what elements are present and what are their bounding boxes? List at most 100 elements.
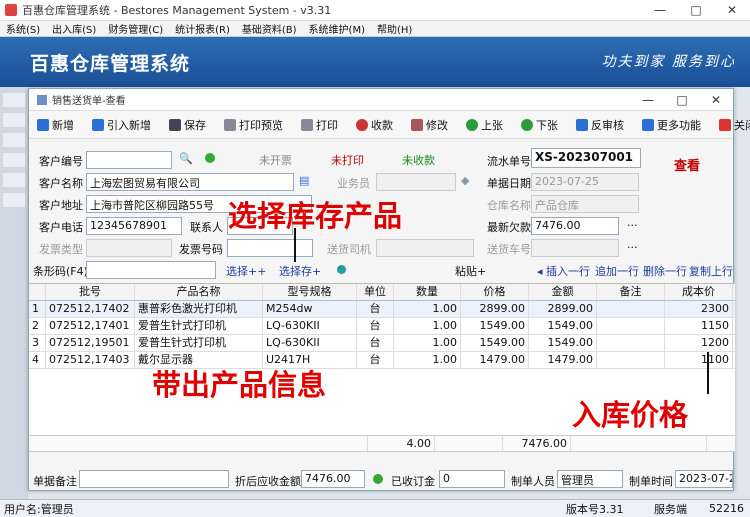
menu-reports[interactable]: 统计报表(R) xyxy=(169,21,236,36)
customer-no-input[interactable] xyxy=(86,151,172,169)
left-panel-item[interactable] xyxy=(3,193,25,207)
cell-note[interactable] xyxy=(597,318,665,334)
cell-amount[interactable]: 1549.00 xyxy=(529,335,597,351)
menu-finance[interactable]: 财务管理(C) xyxy=(102,21,169,36)
cell-batch[interactable]: 072512,17402 xyxy=(46,301,135,317)
cell-unit[interactable]: 台 xyxy=(357,301,394,317)
globe-icon[interactable] xyxy=(337,265,346,274)
append-row-link[interactable]: 追加一行 xyxy=(595,263,639,279)
cell-batch[interactable]: 072512,19501 xyxy=(46,335,135,351)
cell-amount[interactable]: 2899.00 xyxy=(529,301,597,317)
dialog-minimize-icon[interactable]: — xyxy=(631,89,665,111)
cell-model[interactable]: LQ-630KII xyxy=(263,335,357,351)
latest-debt-input[interactable]: 7476.00 xyxy=(531,217,619,235)
delete-row-link[interactable]: 删除一行 xyxy=(643,263,687,279)
cell-cost[interactable]: 1100 xyxy=(665,352,733,368)
payment-button[interactable]: 收款 xyxy=(356,117,393,133)
col-cost[interactable]: 成本价 xyxy=(665,284,733,300)
print-preview-button[interactable]: 打印预览 xyxy=(224,117,283,133)
cell-batch[interactable]: 072512,17403 xyxy=(46,352,135,368)
col-qty[interactable]: 数量 xyxy=(394,284,461,300)
import-new-button[interactable]: 引入新增 xyxy=(92,117,151,133)
col-price[interactable]: 价格 xyxy=(461,284,529,300)
menu-help[interactable]: 帮助(H) xyxy=(371,21,418,36)
col-model[interactable]: 型号规格 xyxy=(263,284,357,300)
dialog-close-icon[interactable]: ✕ xyxy=(699,89,733,111)
save-button[interactable]: 保存 xyxy=(169,117,206,133)
cell-cost[interactable]: 2300 xyxy=(665,301,733,317)
col-amount[interactable]: 金额 xyxy=(529,284,597,300)
table-row[interactable]: 4 072512,17403 戴尔显示器 U2417H 台 1.00 1479.… xyxy=(29,352,735,369)
cell-name[interactable]: 爱普生针式打印机 xyxy=(135,318,263,334)
cell-price[interactable]: 2899.00 xyxy=(461,301,529,317)
received-input[interactable]: 0 xyxy=(439,470,505,488)
next-button[interactable]: 下张 xyxy=(521,117,558,133)
cell-batch[interactable]: 072512,17401 xyxy=(46,318,135,334)
left-panel-item[interactable] xyxy=(3,153,25,167)
cell-cost[interactable]: 1150 xyxy=(665,318,733,334)
make-time-input[interactable]: 2023-07-25 xyxy=(675,470,733,488)
left-panel-item[interactable] xyxy=(3,113,25,127)
left-panel-item[interactable] xyxy=(3,133,25,147)
unaudit-button[interactable]: 反审核 xyxy=(576,117,624,133)
cell-note[interactable] xyxy=(597,352,665,368)
cell-unit[interactable]: 台 xyxy=(357,352,394,368)
maximize-icon[interactable]: □ xyxy=(678,0,714,21)
warehouse-select[interactable]: 产品仓库 xyxy=(531,195,639,213)
table-row[interactable]: 1 072512,17402 惠普彩色激光打印机 M254dw 台 1.00 2… xyxy=(29,301,735,318)
invoice-no-input[interactable] xyxy=(227,239,313,257)
cell-note[interactable] xyxy=(597,301,665,317)
cell-cost[interactable]: 1200 xyxy=(665,335,733,351)
debt-more-icon[interactable]: ... xyxy=(627,216,638,229)
maker-input[interactable]: 管理员 xyxy=(557,470,623,488)
col-note[interactable]: 备注 xyxy=(597,284,665,300)
date-input[interactable]: 2023-07-25 xyxy=(531,173,639,191)
select-link[interactable]: 选择++ xyxy=(226,263,266,279)
car-no-select[interactable] xyxy=(531,239,619,257)
cell-price[interactable]: 1479.00 xyxy=(461,352,529,368)
left-panel-item[interactable] xyxy=(3,93,25,107)
cell-qty[interactable]: 1.00 xyxy=(394,301,461,317)
customer-lookup-icon[interactable]: ▤ xyxy=(299,174,309,187)
more-button[interactable]: 更多功能 xyxy=(642,117,701,133)
table-row[interactable]: 2 072512,17401 爱普生针式打印机 LQ-630KII 台 1.00… xyxy=(29,318,735,335)
paste-link[interactable]: 粘贴+ xyxy=(455,263,486,279)
customer-name-input[interactable]: 上海宏图贸易有限公司 xyxy=(86,173,294,191)
table-row[interactable]: 3 072512,19501 爱普生针式打印机 LQ-630KII 台 1.00… xyxy=(29,335,735,352)
cell-name[interactable]: 惠普彩色激光打印机 xyxy=(135,301,263,317)
remark-input[interactable] xyxy=(79,470,229,488)
salesman-select[interactable] xyxy=(376,173,456,191)
cell-model[interactable]: M254dw xyxy=(263,301,357,317)
minimize-icon[interactable]: — xyxy=(642,0,678,21)
cell-qty[interactable]: 1.00 xyxy=(394,352,461,368)
select-stock-link[interactable]: 选择存+ xyxy=(279,263,321,279)
menu-basedata[interactable]: 基础资料(B) xyxy=(236,21,303,36)
menu-maintenance[interactable]: 系统维护(M) xyxy=(303,21,371,36)
prev-button[interactable]: 上张 xyxy=(466,117,503,133)
invoice-type-select[interactable] xyxy=(86,239,172,257)
cell-name[interactable]: 爱普生针式打印机 xyxy=(135,335,263,351)
menu-system[interactable]: 系统(S) xyxy=(0,21,46,36)
cell-qty[interactable]: 1.00 xyxy=(394,318,461,334)
driver-select[interactable] xyxy=(376,239,474,257)
cell-amount[interactable]: 1479.00 xyxy=(529,352,597,368)
cell-price[interactable]: 1549.00 xyxy=(461,318,529,334)
cell-qty[interactable]: 1.00 xyxy=(394,335,461,351)
edit-button[interactable]: 修改 xyxy=(411,117,448,133)
col-name[interactable]: 产品名称 xyxy=(135,284,263,300)
cell-amount[interactable]: 1549.00 xyxy=(529,318,597,334)
cell-unit[interactable]: 台 xyxy=(357,335,394,351)
insert-row-link[interactable]: ◂ 插入一行 xyxy=(537,263,590,279)
col-batch[interactable]: 批号 xyxy=(46,284,135,300)
col-unit[interactable]: 单位 xyxy=(357,284,394,300)
left-panel-item[interactable] xyxy=(3,173,25,187)
new-button[interactable]: 新增 xyxy=(37,117,74,133)
close-icon[interactable]: ✕ xyxy=(714,0,750,21)
serial-input[interactable]: XS-202307001 xyxy=(531,148,641,168)
barcode-input[interactable] xyxy=(86,261,216,279)
copy-up-link[interactable]: 复制上行 xyxy=(689,263,733,279)
cell-unit[interactable]: 台 xyxy=(357,318,394,334)
car-more-icon[interactable]: ... xyxy=(627,238,638,251)
discounted-input[interactable]: 7476.00 xyxy=(301,470,365,488)
print-button[interactable]: 打印 xyxy=(301,117,338,133)
